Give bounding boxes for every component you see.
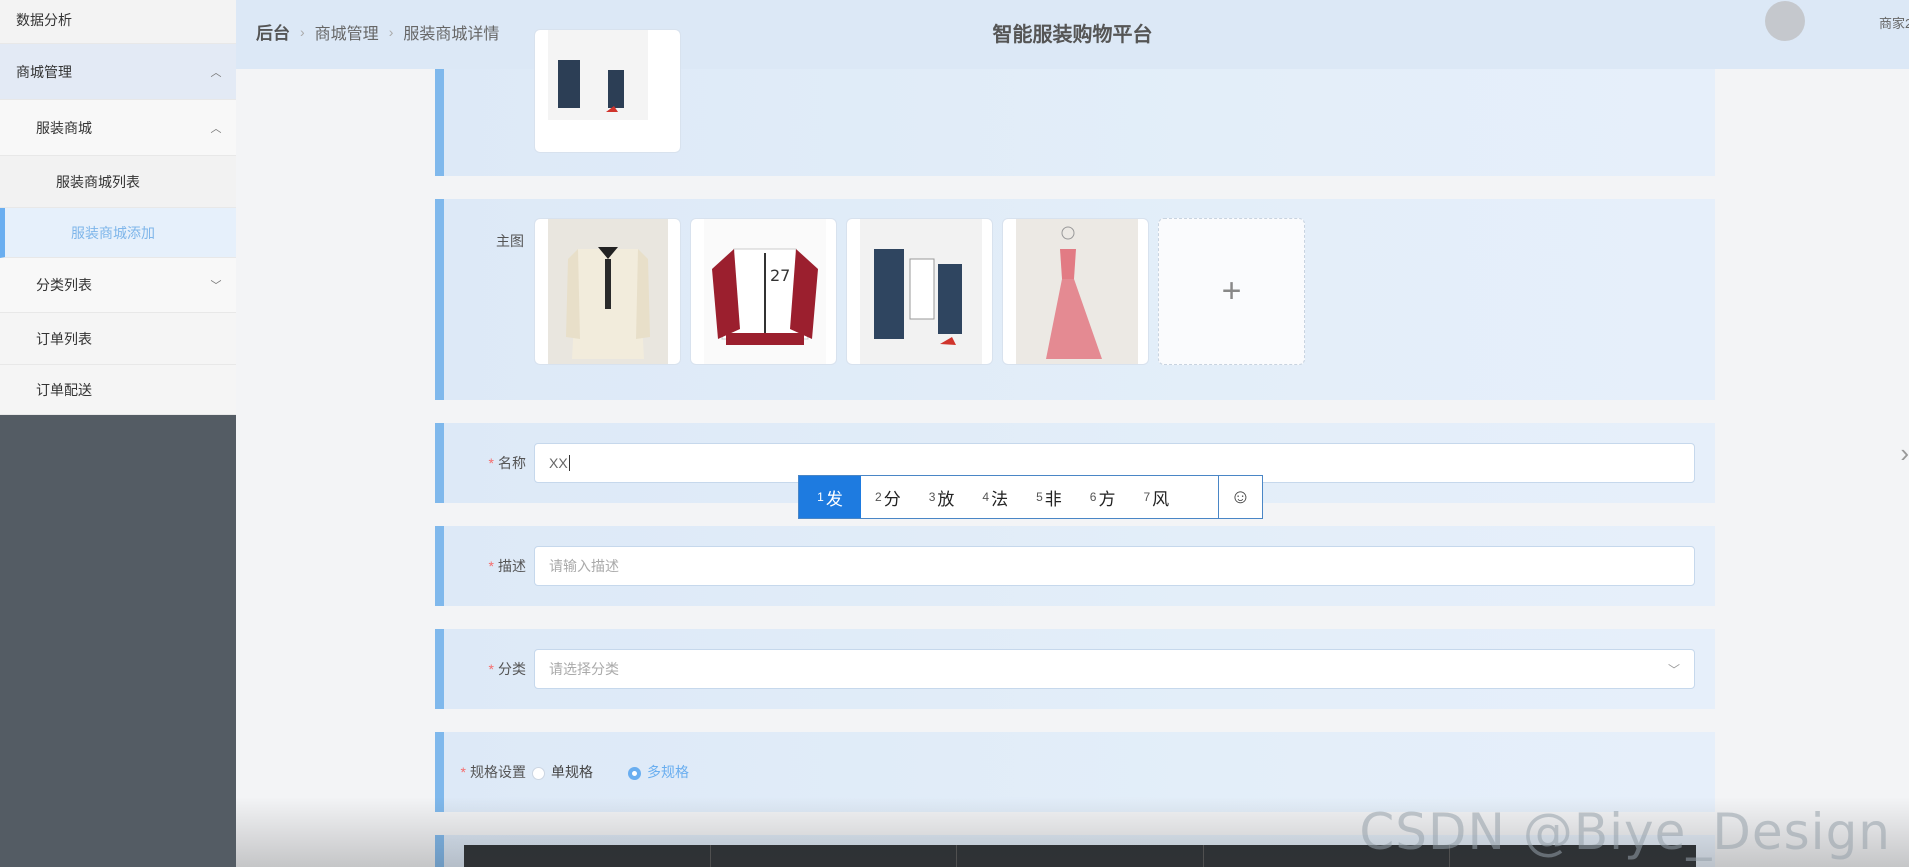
description-input[interactable]: 请输入描述 [534,546,1695,586]
spec-section: * 规格设置 单规格 多规格 [435,732,1715,812]
table-header-cell [711,845,958,867]
breadcrumb-mall[interactable]: 商城管理 [315,20,379,44]
svg-text:27: 27 [770,266,790,285]
user-name[interactable]: 商家2 [1879,13,1909,32]
sidebar-item-label: 服装商城 [36,119,92,136]
sidebar-item-data-analysis[interactable]: 数据分析 [0,0,236,44]
radio-icon[interactable] [532,766,545,780]
sidebar-item-categories[interactable]: 分类列表 ﹀ [0,258,236,313]
ime-candidate[interactable]: 1发 [799,476,861,518]
watermark-text: CSDN @Biye_Design [1359,803,1891,861]
breadcrumb-home[interactable]: 后台 [256,19,290,44]
category-section: * 分类 请选择分类 ﹀ [435,629,1715,709]
sidebar-item-label: 服装商城列表 [56,173,140,190]
main-image-label: 主图 [496,233,524,249]
ime-candidate[interactable]: 2分 [861,476,915,518]
sidebar-item-mall-management[interactable]: 商城管理 ︿ [0,44,236,100]
chevron-up-icon: ︿ [210,66,222,79]
spec-label: * 规格设置 [460,764,526,780]
ime-candidate[interactable]: 5非 [1022,476,1076,518]
ime-candidate-bar: 1发 2分 3放 4法 5非 6方 7风 ☺ [798,475,1263,519]
sidebar-item-clothes-list[interactable]: 服装商城列表 [0,156,236,208]
top-header: 后台 › 商城管理 › 服装商城详情 智能服装购物平台 商家2 [236,0,1909,69]
chevron-right-icon[interactable]: › [1900,438,1909,469]
upload-section-top [435,29,1715,176]
chevron-down-icon: ﹀ [1667,663,1680,677]
table-header-cell [464,845,711,867]
sidebar-item-clothes-add[interactable]: 服装商城添加 [0,208,236,258]
uploaded-image-thumb[interactable] [534,29,681,153]
spec-single-option[interactable]: 单规格 [532,762,593,782]
main-image-thumb-2[interactable]: 27 [690,218,837,365]
main-image-thumb-1[interactable] [534,218,681,365]
category-label: * 分类 [488,661,526,677]
breadcrumb: 后台 › 商城管理 › 服装商城详情 [256,19,499,44]
category-select[interactable]: 请选择分类 ﹀ [534,649,1695,689]
main-image-thumb-4[interactable] [1002,218,1149,365]
description-label: * 描述 [488,558,526,574]
sidebar-item-label: 分类列表 [36,277,92,293]
main-image-thumb-3[interactable] [846,218,993,365]
chevron-down-icon: ﹀ [210,280,222,292]
ime-candidate[interactable]: 3放 [915,476,969,518]
radio-selected-icon[interactable] [628,766,641,780]
breadcrumb-current: 服装商城详情 [403,25,500,43]
add-image-button[interactable]: + [1158,218,1305,365]
table-header-cell [957,845,1204,867]
sidebar-item-label: 商城管理 [16,63,72,80]
text-cursor [568,455,570,471]
sidebar-item-label: 数据分析 [16,12,72,28]
sidebar-item-delivery[interactable]: 订单配送 [0,365,236,415]
chevron-right-icon: › [300,23,305,40]
chevron-up-icon: ︿ [210,122,222,135]
sidebar-item-label: 服装商城添加 [71,224,155,241]
ime-candidate[interactable]: 7风 [1129,476,1183,518]
name-label: * 名称 [488,455,526,471]
description-placeholder: 请输入描述 [549,558,619,574]
description-section: * 描述 请输入描述 [435,526,1715,606]
spec-multi-option[interactable]: 多规格 [628,762,689,782]
main-image-section: 主图 27 + [435,199,1715,400]
sidebar: 数据分析 商城管理 ︿ 服装商城 ︿ 服装商城列表 服装商城添加 分类列表 ﹀ … [0,0,236,867]
chevron-right-icon: › [388,23,394,40]
name-input-value: XX [549,455,568,471]
plus-icon: + [1221,272,1242,310]
category-placeholder: 请选择分类 [549,661,619,677]
sidebar-item-label: 订单列表 [36,330,92,347]
sidebar-item-clothes-mall[interactable]: 服装商城 ︿ [0,100,236,156]
emoji-icon[interactable]: ☺ [1218,476,1262,518]
main-content: 主图 27 + * 名称 XX * 描述 请输入描述 * 分类 请选择分类 ﹀ … [236,29,1909,867]
ime-candidate[interactable]: 4法 [968,476,1022,518]
avatar[interactable] [1765,1,1805,41]
sidebar-item-label: 订单配送 [36,381,92,398]
sidebar-item-orders[interactable]: 订单列表 [0,313,236,365]
ime-candidate[interactable]: 6方 [1076,476,1130,518]
